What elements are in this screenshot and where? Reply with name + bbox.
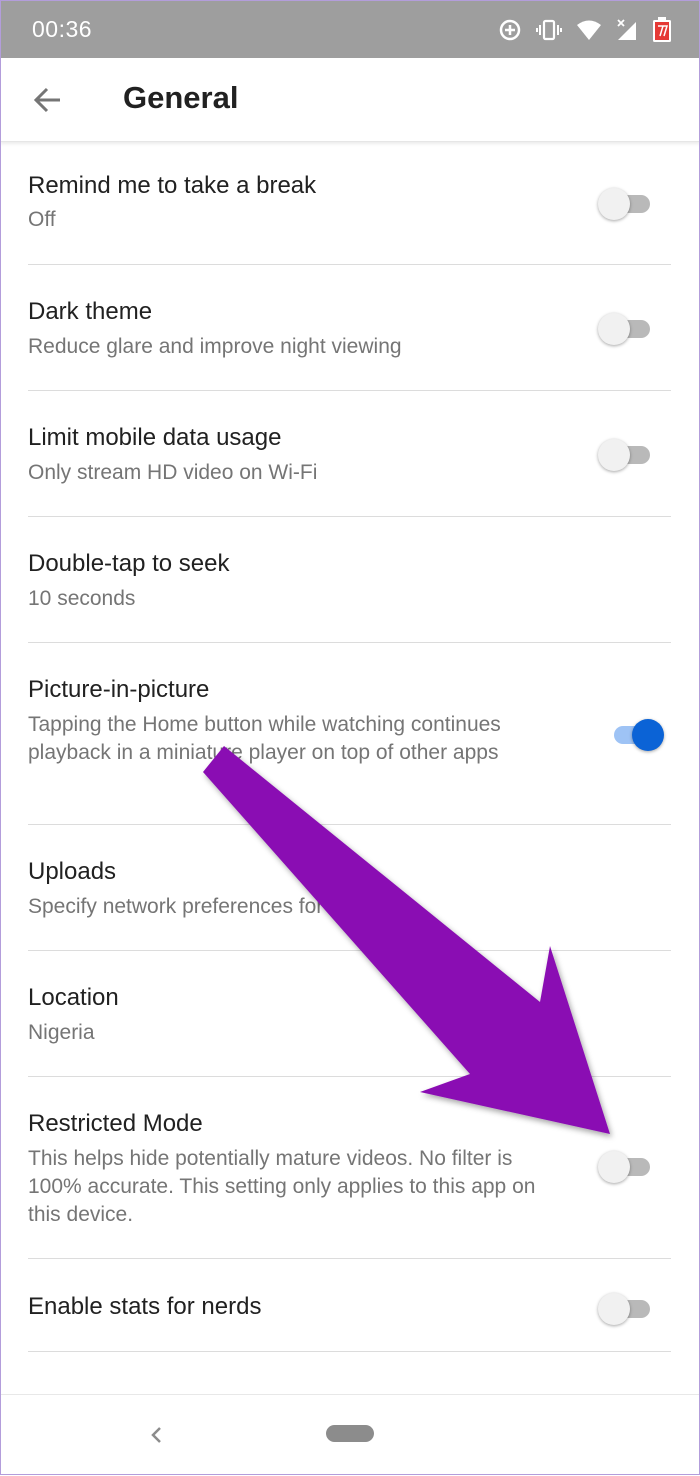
setting-subtitle: Off (28, 208, 56, 231)
setting-location[interactable]: Location Nigeria (0, 951, 700, 1077)
status-icons (498, 14, 672, 46)
setting-remind-break[interactable]: Remind me to take a break Off (0, 142, 700, 265)
limit-data-toggle[interactable] (598, 435, 654, 471)
status-time: 00:36 (32, 16, 93, 42)
setting-subtitle: Reduce glare and improve night viewing (28, 335, 402, 358)
restricted-mode-toggle[interactable] (598, 1147, 654, 1183)
wifi-icon (576, 19, 602, 41)
page-title: General (123, 80, 239, 115)
setting-title: Location (28, 984, 119, 1011)
back-arrow-icon[interactable] (30, 82, 66, 118)
setting-title: Enable stats for nerds (28, 1293, 262, 1320)
setting-subtitle: Tapping the Home button while watching c… (28, 713, 501, 764)
data-saver-icon (498, 18, 522, 42)
stats-for-nerds-toggle[interactable] (598, 1289, 654, 1325)
setting-picture-in-picture[interactable]: Picture-in-picture Tapping the Home butt… (0, 643, 700, 825)
setting-title: Double-tap to seek (28, 550, 230, 577)
setting-title: Restricted Mode (28, 1110, 203, 1137)
setting-subtitle: This helps hide potentially mature video… (28, 1147, 536, 1226)
setting-stats-for-nerds[interactable]: Enable stats for nerds (0, 1259, 700, 1352)
setting-title: Uploads (28, 858, 117, 885)
nav-back-icon[interactable] (146, 1423, 166, 1447)
remind-break-toggle[interactable] (598, 184, 654, 220)
setting-uploads[interactable]: Uploads Specify network preferences for … (0, 825, 700, 951)
setting-title: Picture-in-picture (28, 676, 210, 703)
app-bar: General (0, 58, 700, 142)
signal-icon (616, 18, 638, 42)
setting-dark-theme[interactable]: Dark theme Reduce glare and improve nigh… (0, 265, 700, 391)
setting-subtitle: Nigeria (28, 1021, 95, 1044)
divider (28, 1351, 671, 1352)
nav-home-pill[interactable] (326, 1425, 374, 1442)
setting-double-tap-seek[interactable]: Double-tap to seek 10 seconds (0, 517, 700, 643)
dark-theme-toggle[interactable] (598, 309, 654, 345)
setting-title: Remind me to take a break (28, 172, 317, 199)
setting-subtitle: Only stream HD video on Wi-Fi (28, 461, 318, 484)
status-bar: 00:36 (0, 0, 700, 58)
vibrate-icon (536, 18, 562, 42)
setting-limit-data[interactable]: Limit mobile data usage Only stream HD v… (0, 391, 700, 517)
system-nav-bar (0, 1394, 700, 1476)
setting-title: Limit mobile data usage (28, 424, 282, 451)
picture-in-picture-toggle[interactable] (610, 715, 666, 751)
setting-title: Dark theme (28, 298, 153, 325)
battery-icon (652, 17, 672, 43)
setting-subtitle: Specify network preferences for uploads (28, 895, 403, 918)
setting-subtitle: 10 seconds (28, 587, 136, 610)
setting-restricted-mode[interactable]: Restricted Mode This helps hide potentia… (0, 1077, 700, 1259)
